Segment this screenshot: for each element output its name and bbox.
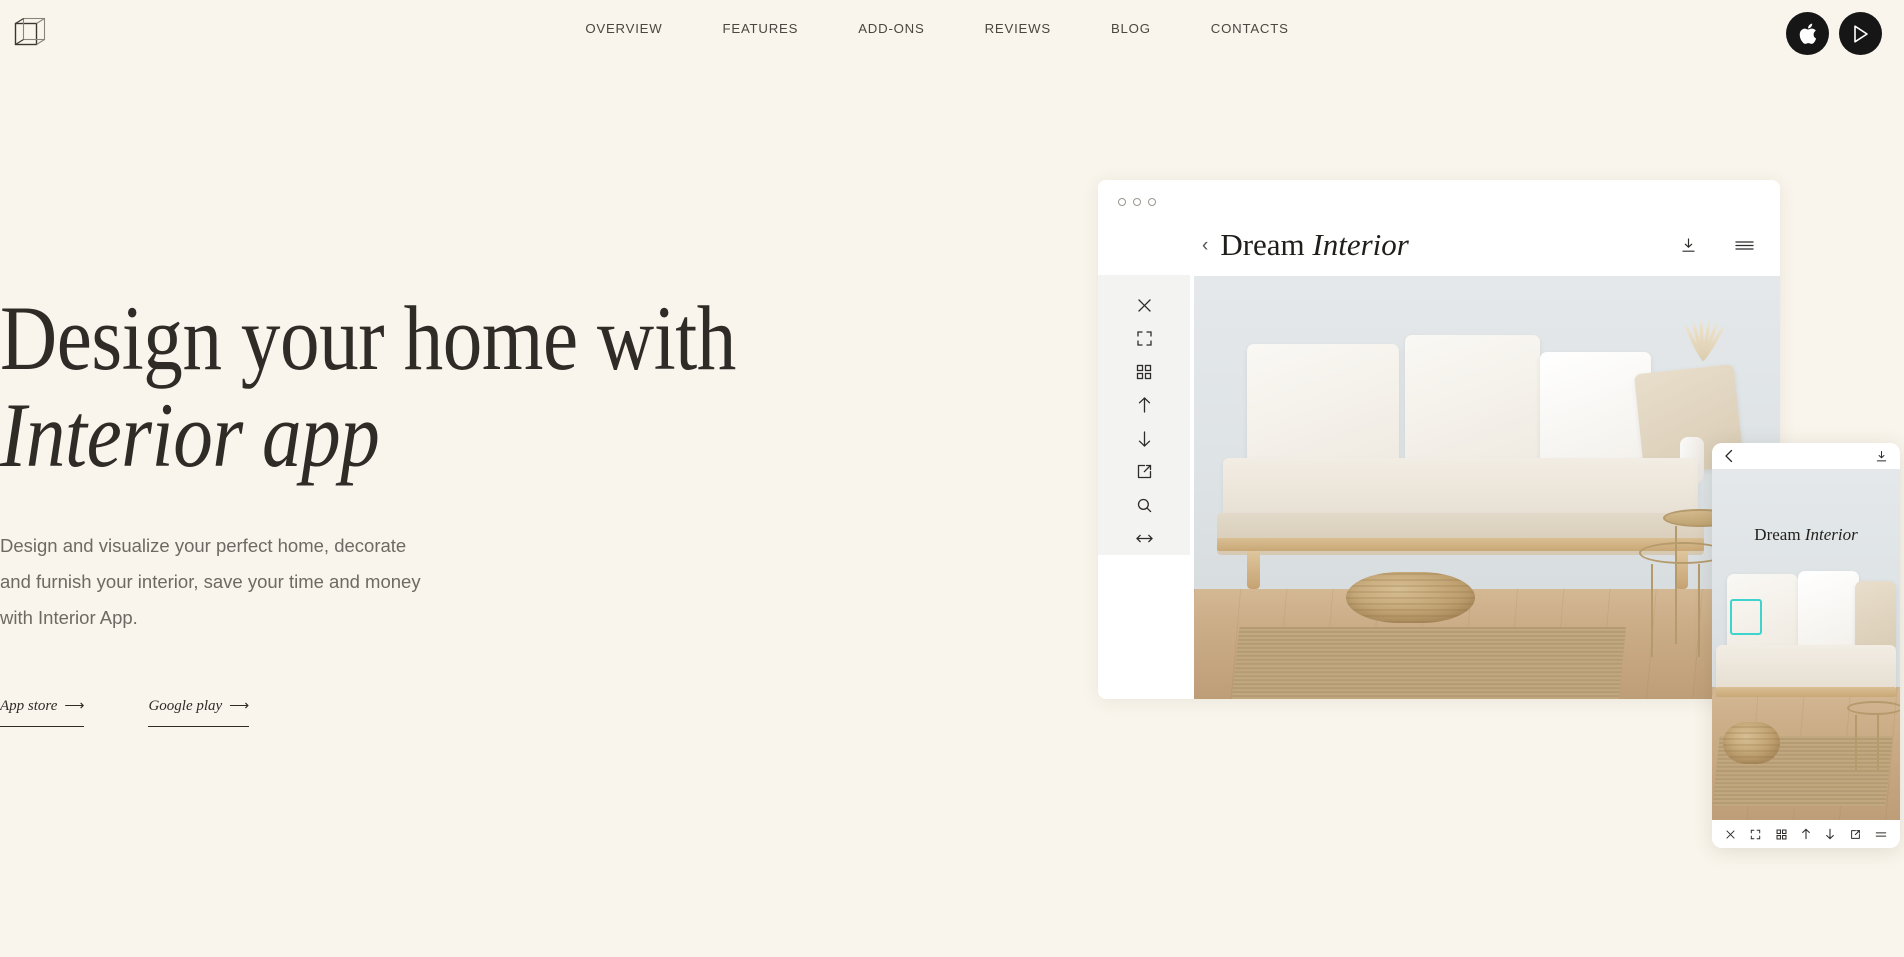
google-play-badge[interactable] bbox=[1839, 12, 1882, 55]
nav-item-reviews[interactable]: REVIEWS bbox=[955, 20, 1081, 38]
scene-pampas-grass bbox=[1663, 320, 1739, 362]
scene-table-leg bbox=[1674, 525, 1677, 644]
hamburger-menu-icon[interactable] bbox=[1735, 239, 1754, 252]
apple-app-store-badge[interactable] bbox=[1786, 12, 1829, 55]
browser-mockup: ‹ Dream Interior bbox=[1098, 180, 1780, 699]
phone-screen: Dream Interior bbox=[1712, 469, 1900, 820]
chevron-left-icon[interactable] bbox=[1724, 449, 1734, 463]
nav-item-add-ons[interactable]: ADD-ONS bbox=[828, 20, 954, 38]
phone-app-title: Dream Interior bbox=[1712, 525, 1900, 545]
window-dot bbox=[1133, 198, 1141, 206]
app-topbar: ‹ Dream Interior bbox=[1194, 214, 1780, 276]
scene-sofa-seat bbox=[1223, 457, 1698, 522]
arrow-down-icon[interactable] bbox=[1098, 422, 1190, 455]
scene-cushion bbox=[1404, 335, 1540, 471]
chevron-left-icon[interactable]: ‹ bbox=[1202, 236, 1208, 255]
app-store-link-label: App store bbox=[0, 698, 58, 714]
nav-item-blog[interactable]: BLOG bbox=[1081, 20, 1181, 38]
app-title-plain: Dream bbox=[1220, 227, 1313, 262]
google-play-link[interactable]: Google play ⟶ bbox=[148, 698, 250, 727]
menu-lines-icon[interactable] bbox=[1875, 830, 1887, 839]
phone-title-emphasis: Interior bbox=[1804, 525, 1858, 544]
search-icon[interactable] bbox=[1098, 489, 1190, 522]
main-navigation: OVERVIEW FEATURES ADD-ONS REVIEWS BLOG C… bbox=[0, 20, 1904, 38]
app-store-link[interactable]: App store ⟶ bbox=[0, 698, 85, 727]
arrow-up-icon[interactable] bbox=[1801, 828, 1811, 840]
app-tool-sidebar bbox=[1098, 275, 1190, 555]
fullscreen-icon[interactable] bbox=[1098, 322, 1190, 355]
hero-title: Design your home with Interior app bbox=[0, 290, 877, 484]
download-icon[interactable] bbox=[1680, 237, 1697, 254]
window-traffic-lights bbox=[1118, 198, 1156, 206]
arrow-up-icon[interactable] bbox=[1098, 389, 1190, 422]
fullscreen-icon[interactable] bbox=[1750, 829, 1761, 840]
phone-mockup: Dream Interior bbox=[1712, 443, 1900, 848]
scene-sofa-leg bbox=[1246, 550, 1260, 589]
nav-item-features[interactable]: FEATURES bbox=[693, 20, 829, 38]
arrow-right-icon: ⟶ bbox=[64, 699, 85, 714]
app-title: Dream Interior bbox=[1220, 227, 1409, 263]
nav-item-contacts[interactable]: CONTACTS bbox=[1181, 20, 1319, 38]
arrows-horizontal-icon[interactable] bbox=[1098, 522, 1190, 555]
app-title-emphasis: Interior bbox=[1312, 227, 1409, 262]
scene-rug bbox=[1230, 627, 1626, 699]
play-triangle-icon bbox=[1851, 24, 1870, 44]
hero-title-emphasis: Interior app bbox=[0, 384, 380, 486]
close-icon[interactable] bbox=[1725, 829, 1736, 840]
phone-tool-bar bbox=[1712, 820, 1900, 848]
hero-title-plain: Design your home with bbox=[0, 287, 736, 389]
external-link-icon[interactable] bbox=[1850, 829, 1861, 840]
site-header: OVERVIEW FEATURES ADD-ONS REVIEWS BLOG C… bbox=[0, 0, 1904, 68]
header-store-badges bbox=[1786, 12, 1882, 55]
app-topbar-actions bbox=[1680, 237, 1754, 254]
grid-icon[interactable] bbox=[1776, 829, 1787, 840]
interior-photo bbox=[1194, 276, 1780, 699]
window-dot bbox=[1148, 198, 1156, 206]
interior-scene bbox=[1194, 276, 1780, 699]
scene-pouf bbox=[1346, 572, 1476, 623]
hero-subtitle: Design and visualize your perfect home, … bbox=[0, 535, 421, 628]
apple-icon bbox=[1798, 23, 1817, 45]
grid-icon[interactable] bbox=[1098, 356, 1190, 389]
scene-cushion bbox=[1246, 343, 1400, 471]
hero-store-links: App store ⟶ Google play ⟶ bbox=[0, 698, 880, 727]
arrow-down-icon[interactable] bbox=[1825, 828, 1835, 840]
phone-title-plain: Dream bbox=[1754, 525, 1805, 544]
phone-topbar bbox=[1712, 443, 1900, 469]
phone-interior-scene bbox=[1712, 469, 1900, 820]
download-icon[interactable] bbox=[1875, 450, 1888, 463]
arrow-right-icon: ⟶ bbox=[229, 699, 250, 714]
window-dot bbox=[1118, 198, 1126, 206]
scene-sofa-frame bbox=[1217, 538, 1704, 551]
close-icon[interactable] bbox=[1098, 289, 1190, 322]
google-play-link-label: Google play bbox=[148, 698, 223, 714]
selection-box[interactable] bbox=[1730, 599, 1762, 635]
nav-item-overview[interactable]: OVERVIEW bbox=[585, 20, 692, 38]
hero-section: Design your home with Interior app Desig… bbox=[0, 290, 880, 727]
external-link-icon[interactable] bbox=[1098, 455, 1190, 488]
scene-table-leg bbox=[1651, 563, 1654, 657]
scene-cushion bbox=[1539, 352, 1652, 471]
scene-table-leg bbox=[1697, 563, 1700, 657]
